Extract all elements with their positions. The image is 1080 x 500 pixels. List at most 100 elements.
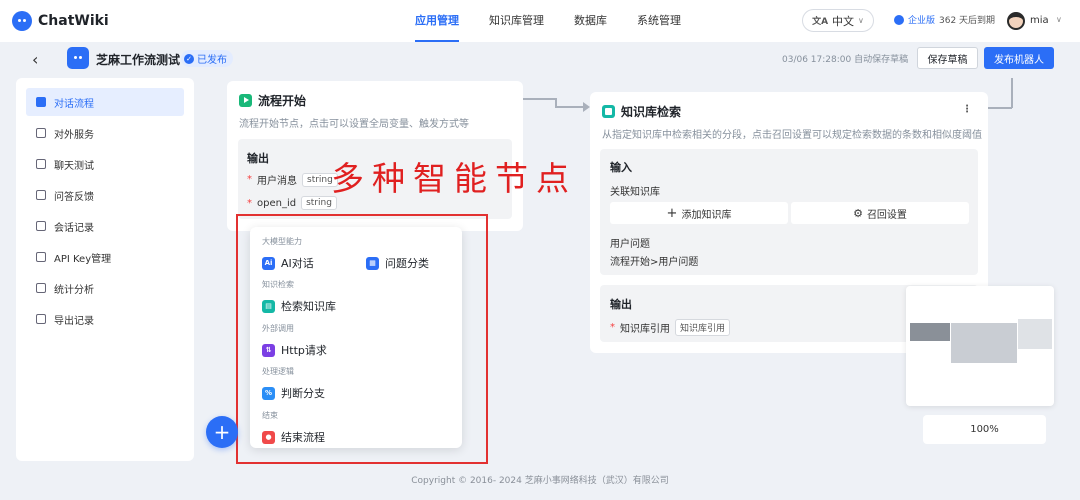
required-mark: * xyxy=(247,197,252,209)
sidebar-item-feedback[interactable]: 问答反馈 xyxy=(26,181,184,209)
language-select[interactable]: 文A 中文 ∨ xyxy=(802,9,874,32)
question-value: 流程开始>用户问题 xyxy=(610,257,699,268)
add-knowledge-button[interactable]: + 添加知识库 xyxy=(610,202,788,224)
flow-icon xyxy=(36,97,46,107)
edition-icon xyxy=(894,14,904,25)
user-name[interactable]: mia xyxy=(1030,15,1049,26)
edition-info: 企业版 362 天后到期 xyxy=(894,13,995,26)
kb-node-desc: 从指定知识库中检索相关的分段，点击召回设置可以规定检索数据的条数和相似度阈值 xyxy=(602,130,982,141)
field-name: open_id xyxy=(257,197,297,209)
sidebar: 对话流程 对外服务 聊天测试 问答反馈 会话记录 API Key管理 统计分析 … xyxy=(16,78,194,461)
sidebar-item-chat-test[interactable]: 聊天测试 xyxy=(26,150,184,178)
required-mark: * xyxy=(247,174,252,185)
sidebar-item-label: 统计分析 xyxy=(54,284,94,296)
nav-tab-knowledge[interactable]: 知识库管理 xyxy=(474,0,559,42)
edition-badge: 企业版 xyxy=(908,16,936,26)
nav-tabs: 应用管理 知识库管理 数据库 系统管理 xyxy=(400,0,696,42)
key-icon xyxy=(36,252,46,262)
status-badge: ✓ 已发布 xyxy=(181,50,233,67)
connector-line xyxy=(988,107,1012,109)
arrow-right-icon xyxy=(583,102,590,112)
workflow-title: 芝麻工作流测试 xyxy=(96,53,181,67)
recall-settings-label: 召回设置 xyxy=(866,209,907,221)
minimap-node xyxy=(1018,319,1052,349)
nav-tab-system[interactable]: 系统管理 xyxy=(622,0,696,42)
save-draft-button[interactable]: 保存草稿 xyxy=(917,47,978,69)
sidebar-item-label: 对外服务 xyxy=(54,129,94,141)
expiry-text: 362 天后到期 xyxy=(939,16,996,26)
output-field-kb-ref: * 知识库引用 知识库引用 xyxy=(610,319,731,336)
publish-robot-button[interactable]: 发布机器人 xyxy=(984,47,1054,69)
avatar[interactable] xyxy=(1007,12,1025,30)
sidebar-item-export[interactable]: 导出记录 xyxy=(26,305,184,333)
field-name: 知识库引用 xyxy=(620,324,670,335)
service-icon xyxy=(36,128,46,138)
check-icon: ✓ xyxy=(184,53,194,64)
minimap-node xyxy=(910,323,950,341)
translate-icon: 文A xyxy=(812,17,829,27)
output-field-openid: * open_id string xyxy=(247,196,337,210)
back-button[interactable]: ‹ xyxy=(32,50,38,69)
sidebar-item-label: 会话记录 xyxy=(54,222,94,234)
connector-line xyxy=(1011,78,1013,108)
plus-icon: + xyxy=(666,205,678,221)
plus-icon: + xyxy=(213,420,231,444)
stats-icon xyxy=(36,283,46,293)
sidebar-item-sessions[interactable]: 会话记录 xyxy=(26,212,184,240)
feedback-icon xyxy=(36,190,46,200)
sidebar-item-service[interactable]: 对外服务 xyxy=(26,119,184,147)
field-name: 用户消息 xyxy=(257,176,297,187)
chatwiki-logo-icon xyxy=(12,11,32,31)
field-type-tag: 知识库引用 xyxy=(675,319,731,336)
start-node-desc: 流程开始节点，点击可以设置全局变量、触发方式等 xyxy=(239,119,469,130)
start-node-header: 流程开始 xyxy=(227,81,523,109)
chat-icon xyxy=(36,159,46,169)
knowledge-base-icon xyxy=(602,105,615,118)
connector-line xyxy=(555,98,557,106)
start-node-title: 流程开始 xyxy=(258,94,307,108)
language-value: 中文 xyxy=(832,14,855,28)
sidebar-item-stats[interactable]: 统计分析 xyxy=(26,274,184,302)
sidebar-item-label: API Key管理 xyxy=(54,253,112,265)
more-icon[interactable]: ⋮ xyxy=(962,104,972,115)
minimap[interactable] xyxy=(906,286,1054,406)
user-chevron-down-icon[interactable]: ∨ xyxy=(1056,15,1062,24)
gear-icon: ⚙ xyxy=(853,206,863,220)
sidebar-item-flow[interactable]: 对话流程 xyxy=(26,88,184,116)
app-name: ChatWiki xyxy=(38,13,109,29)
zoom-level[interactable]: 100% xyxy=(923,415,1046,444)
output-field-message: * 用户消息 string xyxy=(247,172,338,187)
sidebar-item-label: 导出记录 xyxy=(54,315,94,327)
nav-tab-apps[interactable]: 应用管理 xyxy=(400,0,474,42)
session-icon xyxy=(36,221,46,231)
kb-node-header: 知识库检索 xyxy=(590,92,988,120)
sidebar-item-api-key[interactable]: API Key管理 xyxy=(26,243,184,271)
footer-copyright: Copyright © 2016- 2024 芝麻小事网络科技（武汉）有限公司 xyxy=(411,476,669,486)
kb-input-section: 输入 关联知识库 + 添加知识库 ⚙ 召回设置 用户问题 流程开始>用户问题 xyxy=(600,149,978,275)
sidebar-item-label: 对话流程 xyxy=(54,98,94,110)
required-mark: * xyxy=(610,322,615,333)
workflow-robot-icon xyxy=(67,47,89,69)
annotation-text: 多种智能节点 xyxy=(331,159,577,198)
highlight-box xyxy=(236,214,488,464)
question-label: 用户问题 xyxy=(610,239,650,250)
sidebar-item-label: 聊天测试 xyxy=(54,160,94,172)
export-icon xyxy=(36,314,46,324)
output-title: 输出 xyxy=(247,152,269,165)
logo[interactable]: ChatWiki xyxy=(12,11,109,31)
input-title: 输入 xyxy=(610,161,632,174)
kb-node-title: 知识库检索 xyxy=(621,105,682,119)
chevron-down-icon: ∨ xyxy=(858,16,864,25)
status-text: 已发布 xyxy=(197,55,227,66)
recall-settings-button[interactable]: ⚙ 召回设置 xyxy=(791,202,969,224)
assoc-kb-label: 关联知识库 xyxy=(610,187,660,198)
play-icon xyxy=(239,94,252,107)
output-title: 输出 xyxy=(610,298,632,311)
connector-line xyxy=(523,98,555,100)
nav-tab-database[interactable]: 数据库 xyxy=(559,0,622,42)
add-node-button[interactable]: + xyxy=(206,416,238,448)
add-knowledge-label: 添加知识库 xyxy=(681,209,732,221)
sidebar-item-label: 问答反馈 xyxy=(54,191,94,203)
autosave-text: 03/06 17:28:00 自动保存草稿 xyxy=(782,55,909,65)
top-nav: ChatWiki 应用管理 知识库管理 数据库 系统管理 文A 中文 ∨ 企业版… xyxy=(0,0,1080,42)
